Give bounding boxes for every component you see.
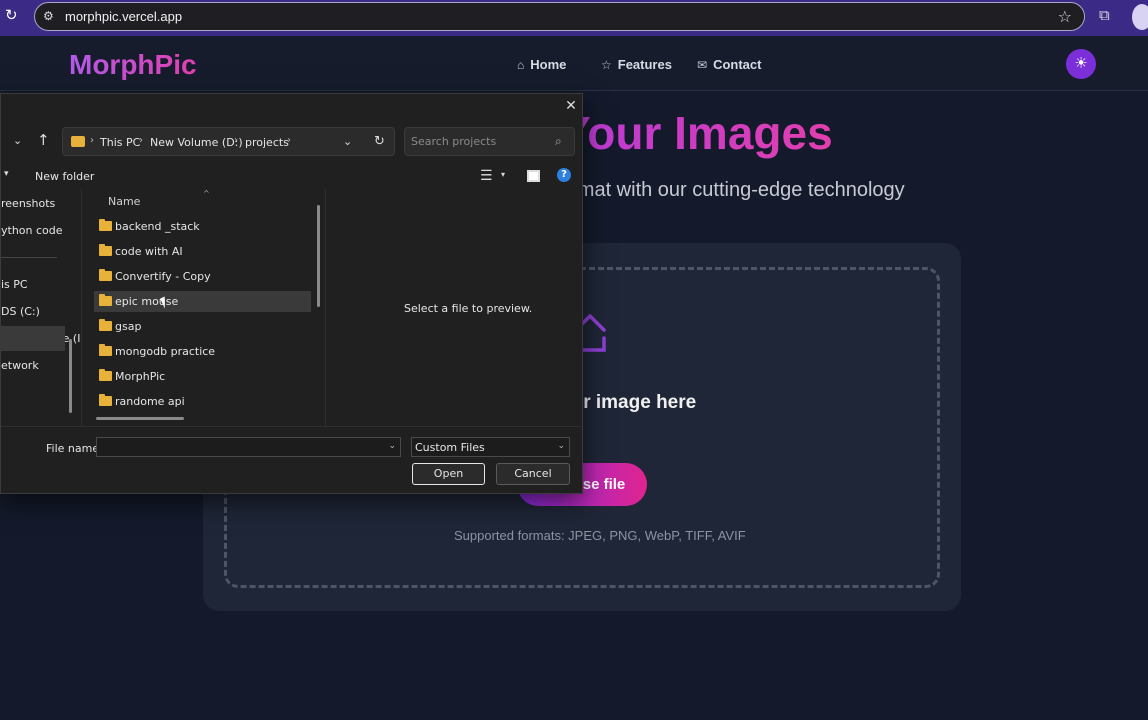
list-item[interactable]: backend _stack [94, 216, 311, 237]
file-name-field[interactable]: ⌄ [96, 437, 401, 457]
folder-icon [71, 136, 85, 147]
file-name-label: File name: [46, 442, 103, 455]
chevron-right-icon: › [287, 135, 291, 146]
address-breadcrumb[interactable]: › This PC › New Volume (D:) › projects ›… [62, 127, 395, 156]
nav-scrollbar[interactable] [69, 339, 72, 413]
refresh-icon[interactable]: ↻ [374, 134, 385, 149]
file-name: backend _stack [115, 220, 200, 233]
help-icon[interactable]: ? [557, 168, 571, 182]
up-arrow-icon[interactable]: ↑ [37, 131, 50, 149]
new-folder-button[interactable]: New folder [35, 170, 94, 183]
home-icon: ⌂ [517, 57, 525, 72]
column-header-name[interactable]: Name [108, 195, 140, 208]
file-name-input[interactable] [101, 440, 381, 452]
list-item[interactable]: randome api [94, 391, 311, 412]
url-text[interactable]: morphpic.vercel.app [65, 9, 182, 24]
profile-avatar[interactable] [1132, 4, 1148, 30]
file-name: randome api [115, 395, 185, 408]
dialog-footer: File name: ⌄ Custom Files ⌄ Open Cancel [1, 426, 582, 493]
supported-formats: Supported formats: JPEG, PNG, WebP, TIFF… [454, 528, 746, 543]
nav-contact-label: Contact [713, 57, 762, 72]
open-button[interactable]: Open [412, 463, 485, 485]
breadcrumb-projects[interactable]: projects [245, 136, 289, 149]
file-type-select[interactable]: Custom Files ⌄ [411, 437, 570, 457]
nav-features[interactable]: ☆ Features [601, 57, 672, 72]
browser-toolbar: ↻ ⚙ morphpic.vercel.app ☆ ⧉ [0, 0, 1148, 36]
nav-item-os-c[interactable]: DS (C:) [1, 305, 40, 318]
nav-item-screenshots[interactable]: reenshots [1, 197, 55, 210]
view-dropdown-icon[interactable]: ▾ [501, 170, 505, 179]
close-icon[interactable]: ✕ [563, 98, 579, 114]
list-item[interactable]: MorphPic [94, 366, 311, 387]
folder-icon [99, 294, 112, 306]
hero-subtitle: ormat with our cutting-edge technology [560, 179, 905, 201]
site-header: MorphPic ⌂ Home ☆ Features ✉ Contact ☀ [0, 36, 1148, 91]
sun-icon: ☀ [1074, 55, 1088, 72]
mail-icon: ✉ [697, 57, 708, 72]
list-item[interactable]: gsap [94, 316, 311, 337]
chevron-right-icon: › [234, 135, 238, 146]
nav-item-this-pc[interactable]: is PC [1, 278, 28, 291]
file-name: mongodb practice [115, 345, 216, 358]
chevron-right-icon: › [90, 135, 94, 146]
search-box[interactable]: ⌕ [404, 127, 575, 156]
chevron-down-icon[interactable]: ⌄ [343, 135, 352, 148]
bookmark-star-icon[interactable]: ☆ [1058, 7, 1072, 27]
nav-item-network[interactable]: etwork [1, 359, 39, 372]
search-input[interactable] [411, 135, 551, 148]
file-open-dialog: ✕ ⌄ ↑ › This PC › New Volume (D:) › proj… [0, 93, 583, 494]
breadcrumb-new-volume[interactable]: New Volume (D:) [150, 136, 243, 149]
dialog-toolbar: ▾ New folder ☰ ▾ ? [1, 165, 582, 189]
file-type-value: Custom Files [415, 441, 485, 454]
file-name: gsap [115, 320, 142, 333]
list-item[interactable]: epic mouse [94, 291, 311, 312]
nav-item-python-code[interactable]: ython code [1, 224, 63, 237]
organize-dropdown-icon[interactable]: ▾ [4, 169, 9, 179]
navigation-pane: reenshots ython code is PC DS (C:) New V… [1, 189, 80, 424]
view-options-icon[interactable]: ☰ [480, 168, 493, 184]
folder-icon [99, 319, 112, 331]
nav-home-label: Home [530, 57, 567, 72]
preview-pane: Select a file to preview. [325, 189, 582, 426]
list-item[interactable]: Convertify - Copy [94, 266, 311, 287]
nav-selected-highlight [1, 326, 65, 351]
hero-title: Your Images [560, 107, 833, 159]
breadcrumb-this-pc[interactable]: This PC [100, 136, 140, 149]
folder-icon [99, 269, 112, 281]
site-logo[interactable]: MorphPic [69, 49, 197, 81]
preview-placeholder: Select a file to preview. [404, 302, 533, 315]
recent-locations-chevron-icon[interactable]: ⌄ [13, 134, 22, 147]
file-name: code with AI [115, 245, 183, 258]
nav-features-label: Features [617, 57, 672, 72]
folder-icon [99, 369, 112, 381]
list-item[interactable]: code with AI [94, 241, 311, 262]
folder-icon [99, 219, 112, 231]
reload-icon[interactable]: ↻ [5, 8, 21, 24]
file-list-horizontal-scrollbar[interactable] [96, 417, 184, 420]
site-settings-icon[interactable]: ⚙ [43, 9, 59, 25]
nav-home[interactable]: ⌂ Home [517, 57, 566, 72]
chevron-down-icon[interactable]: ⌄ [388, 441, 396, 451]
theme-toggle-button[interactable]: ☀ [1066, 49, 1096, 79]
search-icon[interactable]: ⌕ [555, 134, 562, 149]
nav-divider [1, 257, 57, 258]
extensions-icon[interactable]: ⧉ [1099, 7, 1117, 25]
folder-icon [99, 244, 112, 256]
star-icon: ☆ [601, 57, 612, 72]
nav-contact[interactable]: ✉ Contact [697, 57, 761, 72]
list-item[interactable]: mongodb practice [94, 341, 311, 362]
file-name: MorphPic [115, 370, 166, 383]
file-list-vertical-scrollbar[interactable] [317, 205, 320, 307]
chevron-right-icon: › [139, 135, 143, 146]
dialog-navbar: ⌄ ↑ › This PC › New Volume (D:) › projec… [1, 125, 582, 159]
folder-icon [99, 394, 112, 406]
cancel-button[interactable]: Cancel [496, 463, 570, 485]
file-list: ^ Name backend _stack code with AI Conve… [81, 189, 324, 426]
address-bar[interactable]: ⚙ morphpic.vercel.app ☆ [34, 2, 1085, 31]
sort-caret-icon: ^ [203, 189, 210, 198]
folder-icon [99, 344, 112, 356]
preview-pane-icon[interactable] [527, 170, 540, 182]
file-name: Convertify - Copy [115, 270, 211, 283]
chevron-down-icon: ⌄ [557, 441, 565, 451]
